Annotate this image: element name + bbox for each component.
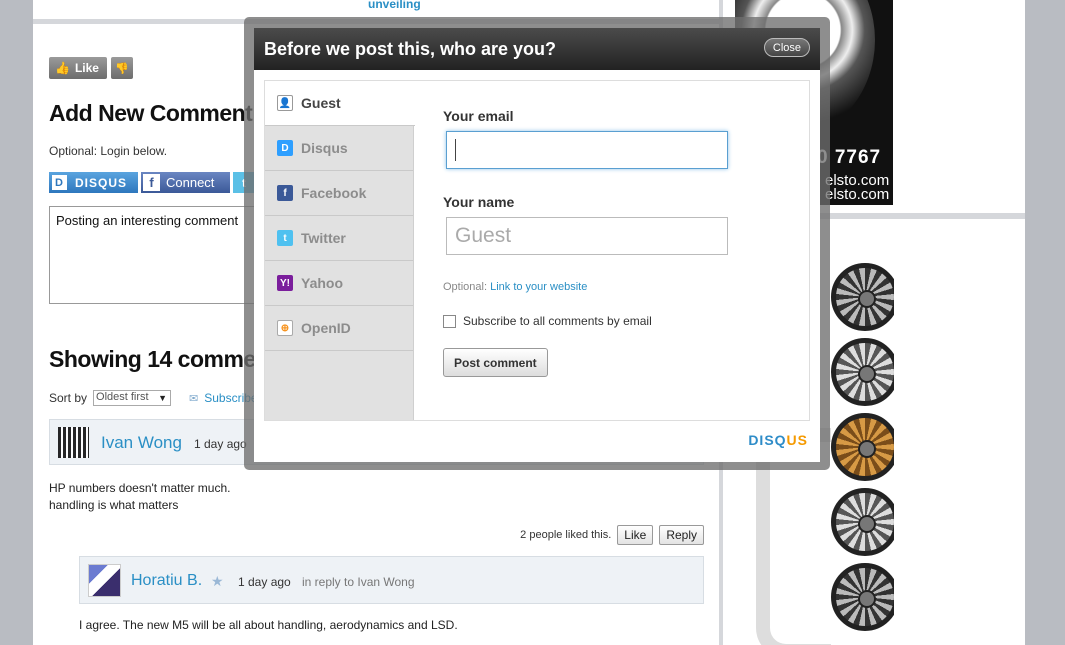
facebook-icon: f bbox=[277, 185, 293, 201]
twitter-icon: t bbox=[277, 230, 293, 246]
optional-prefix: Optional: bbox=[443, 281, 488, 293]
modal-header: Before we post this, who are you? Close bbox=[254, 28, 820, 70]
disqus-icon: D bbox=[52, 175, 67, 190]
openid-icon: ⊕ bbox=[277, 320, 293, 336]
tab-label: OpenID bbox=[301, 320, 351, 336]
article-like-row: 👍 Like 👎 bbox=[49, 57, 133, 79]
thumbs-up-icon: 👍 bbox=[55, 61, 70, 75]
comment-time[interactable]: 1 day ago bbox=[194, 437, 247, 451]
avatar[interactable] bbox=[58, 427, 89, 458]
post-comment-button[interactable]: Post comment bbox=[443, 348, 548, 377]
ad-wheel bbox=[831, 563, 894, 631]
email-label: Your email bbox=[443, 108, 514, 124]
name-placeholder: Guest bbox=[455, 224, 512, 247]
tab-twitter[interactable]: t Twitter bbox=[265, 216, 413, 261]
sort-select[interactable]: Oldest first ▼ bbox=[93, 390, 172, 406]
disqus-logo[interactable]: DISQUS bbox=[748, 432, 808, 448]
login-tabs: 👤 Guest D Disqus f Facebook t Twitter Y!… bbox=[265, 81, 415, 420]
facebook-icon: f bbox=[143, 174, 160, 191]
comment-line: handling is what matters bbox=[49, 498, 179, 512]
disqus-icon: D bbox=[277, 140, 293, 156]
name-field[interactable]: Guest bbox=[446, 217, 728, 255]
like-label: Like bbox=[74, 61, 99, 75]
tab-label: Facebook bbox=[301, 185, 367, 201]
tab-facebook[interactable]: f Facebook bbox=[265, 171, 413, 216]
reply-time[interactable]: 1 day ago bbox=[238, 575, 291, 589]
comment-like-button[interactable]: Like bbox=[617, 525, 654, 545]
ad-wheel bbox=[831, 488, 894, 556]
ad-wheel bbox=[831, 413, 894, 481]
facebook-connect-label: Connect bbox=[166, 175, 215, 190]
chevron-down-icon: ▼ bbox=[158, 393, 168, 403]
disqus-login-button[interactable]: D DISQUS bbox=[49, 172, 138, 193]
reply-body: I agree. The new M5 will be all about ha… bbox=[79, 618, 458, 632]
logo-part: US bbox=[786, 432, 808, 448]
avatar[interactable] bbox=[88, 564, 121, 597]
dislike-button[interactable]: 👎 bbox=[110, 57, 133, 79]
login-buttons: D DISQUS f Connect t bbox=[49, 172, 255, 193]
optional-website: Optional: Link to your website bbox=[443, 281, 587, 293]
guest-form: Your email Your name Guest Optional: Lin… bbox=[443, 81, 803, 420]
ad-wheel bbox=[831, 338, 894, 406]
comment-actions: 2 people liked this. Like Reply bbox=[520, 525, 704, 545]
yahoo-icon: Y! bbox=[277, 275, 293, 291]
tab-disqus[interactable]: D Disqus bbox=[265, 126, 413, 171]
tab-label: Twitter bbox=[301, 230, 346, 246]
article-link[interactable]: unveiling bbox=[368, 0, 421, 11]
website-link[interactable]: Link to your website bbox=[490, 281, 587, 293]
email-field[interactable] bbox=[446, 131, 728, 169]
likes-count: 2 people liked this. bbox=[520, 529, 612, 541]
tab-label: Disqus bbox=[301, 140, 348, 156]
modal-title: Before we post this, who are you? bbox=[264, 39, 557, 59]
subscribe-checkbox[interactable] bbox=[443, 314, 456, 328]
modal-body: 👤 Guest D Disqus f Facebook t Twitter Y!… bbox=[264, 80, 810, 421]
tab-guest[interactable]: 👤 Guest bbox=[265, 81, 415, 126]
name-label: Your name bbox=[443, 194, 515, 210]
comment-body: HP numbers doesn't matter much. handling… bbox=[49, 480, 230, 514]
ad-wheel bbox=[831, 263, 894, 331]
facebook-connect-button[interactable]: f Connect bbox=[141, 172, 230, 193]
tab-yahoo[interactable]: Y! Yahoo bbox=[265, 261, 413, 306]
identity-modal: Before we post this, who are you? Close … bbox=[254, 28, 820, 462]
ad-site-2: elsto.com bbox=[825, 186, 890, 203]
reply-header: Horatiu B. ★ 1 day ago in reply to Ivan … bbox=[79, 556, 704, 604]
add-comment-heading: Add New Comment bbox=[49, 100, 253, 126]
tab-label: Guest bbox=[301, 95, 341, 111]
comment-author[interactable]: Ivan Wong bbox=[101, 433, 182, 453]
subscribe-row: Subscribe to all comments by email bbox=[443, 314, 652, 328]
comment-line: HP numbers doesn't matter much. bbox=[49, 481, 231, 495]
reply-to-link[interactable]: in reply to Ivan Wong bbox=[302, 575, 415, 589]
guest-icon: 👤 bbox=[277, 95, 293, 111]
sort-label: Sort by bbox=[49, 391, 88, 405]
subscribe-checkbox-label[interactable]: Subscribe to all comments by email bbox=[463, 314, 652, 328]
tab-openid[interactable]: ⊕ OpenID bbox=[265, 306, 413, 351]
sort-value: Oldest first bbox=[96, 391, 149, 403]
optional-login-text: Optional: Login below. bbox=[49, 144, 168, 158]
text-caret bbox=[455, 139, 456, 161]
star-icon: ★ bbox=[211, 573, 224, 589]
envelope-icon: ✉ bbox=[189, 392, 199, 405]
thumbs-down-icon: 👎 bbox=[115, 62, 129, 75]
logo-part: DISQ bbox=[748, 432, 787, 448]
comment-reply-button[interactable]: Reply bbox=[659, 525, 704, 545]
reply-author[interactable]: Horatiu B. bbox=[131, 572, 202, 590]
like-button[interactable]: 👍 Like bbox=[49, 57, 107, 79]
tab-label: Yahoo bbox=[301, 275, 344, 291]
disqus-login-label: DISQUS bbox=[75, 175, 128, 190]
close-button[interactable]: Close bbox=[763, 38, 810, 57]
